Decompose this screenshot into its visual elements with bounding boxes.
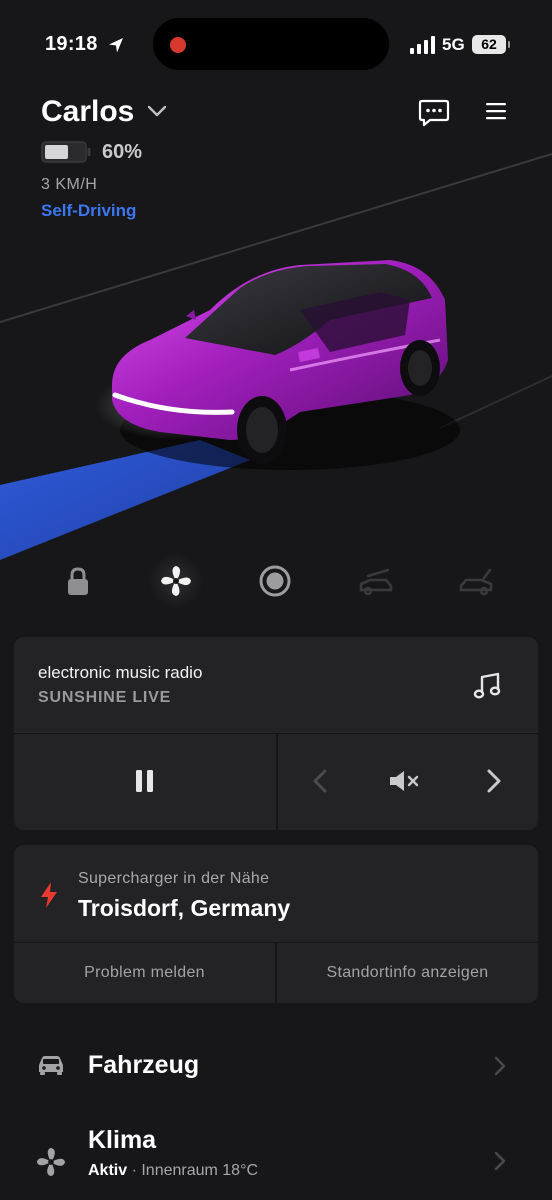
menu-row-title: Fahrzeug	[88, 1051, 200, 1079]
climate-fan-button[interactable]	[148, 553, 204, 609]
chevron-down-icon[interactable]	[146, 103, 168, 119]
frunk-button[interactable]	[348, 553, 404, 609]
frunk-icon	[359, 568, 393, 596]
media-title[interactable]: electronic music radio	[38, 663, 202, 683]
chevron-right-icon	[494, 1056, 506, 1076]
media-station: SUNSHINE LIVE	[38, 689, 172, 706]
climate-status: Aktiv · Innenraum 18°C	[88, 1162, 258, 1180]
supercharger-label: Supercharger in der Nähe	[78, 870, 270, 887]
lock-icon	[68, 567, 88, 595]
car-icon	[39, 1056, 63, 1075]
menu-row-title: Klima	[88, 1126, 157, 1154]
record-icon	[259, 565, 291, 597]
lightning-bolt-icon	[41, 882, 57, 908]
show-location-info-button[interactable]: Standortinfo anzeigen	[277, 943, 538, 1003]
supercharger-location: Troisdorf, Germany	[78, 895, 291, 921]
pause-icon	[136, 770, 153, 792]
pause-button[interactable]	[124, 759, 166, 803]
recording-indicator-icon	[170, 37, 186, 53]
network-type: 5G	[442, 35, 465, 54]
cellular-signal-icon	[410, 36, 435, 54]
status-time: 19:18	[45, 33, 98, 55]
media-player-card: electronic music radio SUNSHINE LIVE	[14, 637, 538, 830]
divider	[276, 734, 278, 830]
trunk-icon	[459, 568, 493, 596]
next-track-icon[interactable]	[482, 763, 506, 799]
chat-icon[interactable]	[418, 99, 450, 127]
trunk-button[interactable]	[448, 553, 504, 609]
fan-icon	[36, 1147, 66, 1177]
vehicle-image	[0, 153, 552, 560]
previous-track-icon[interactable]	[308, 763, 332, 799]
fan-icon	[161, 566, 191, 596]
report-problem-button[interactable]: Problem melden	[14, 943, 275, 1003]
supercharger-card[interactable]: Supercharger in der Nähe Troisdorf, Germ…	[14, 845, 538, 1003]
climate-status-detail: · Innenraum 18°C	[127, 1162, 259, 1179]
sentry-mode-button[interactable]	[247, 553, 303, 609]
menu-row-climate[interactable]: Klima Aktiv · Innenraum 18°C	[0, 1112, 552, 1200]
chevron-right-icon	[494, 1151, 506, 1171]
dynamic-island	[153, 18, 389, 70]
mute-icon[interactable]	[387, 767, 421, 795]
music-note-icon[interactable]	[472, 671, 502, 701]
tesla-app-screen: 19:18 5G 62 Carlos 60% 3 KM/H Self-Drivi…	[0, 0, 552, 1200]
phone-battery-indicator: 62	[472, 35, 510, 54]
vehicle-name[interactable]: Carlos	[41, 95, 134, 129]
lock-button[interactable]	[50, 553, 106, 609]
quick-controls-bar	[0, 553, 552, 609]
climate-status-active: Aktiv	[88, 1162, 128, 1179]
menu-row-vehicle[interactable]: Fahrzeug	[0, 1025, 552, 1105]
status-bar: 19:18 5G 62	[0, 0, 552, 90]
location-arrow-icon	[109, 38, 123, 53]
hamburger-menu-icon[interactable]	[484, 101, 508, 121]
